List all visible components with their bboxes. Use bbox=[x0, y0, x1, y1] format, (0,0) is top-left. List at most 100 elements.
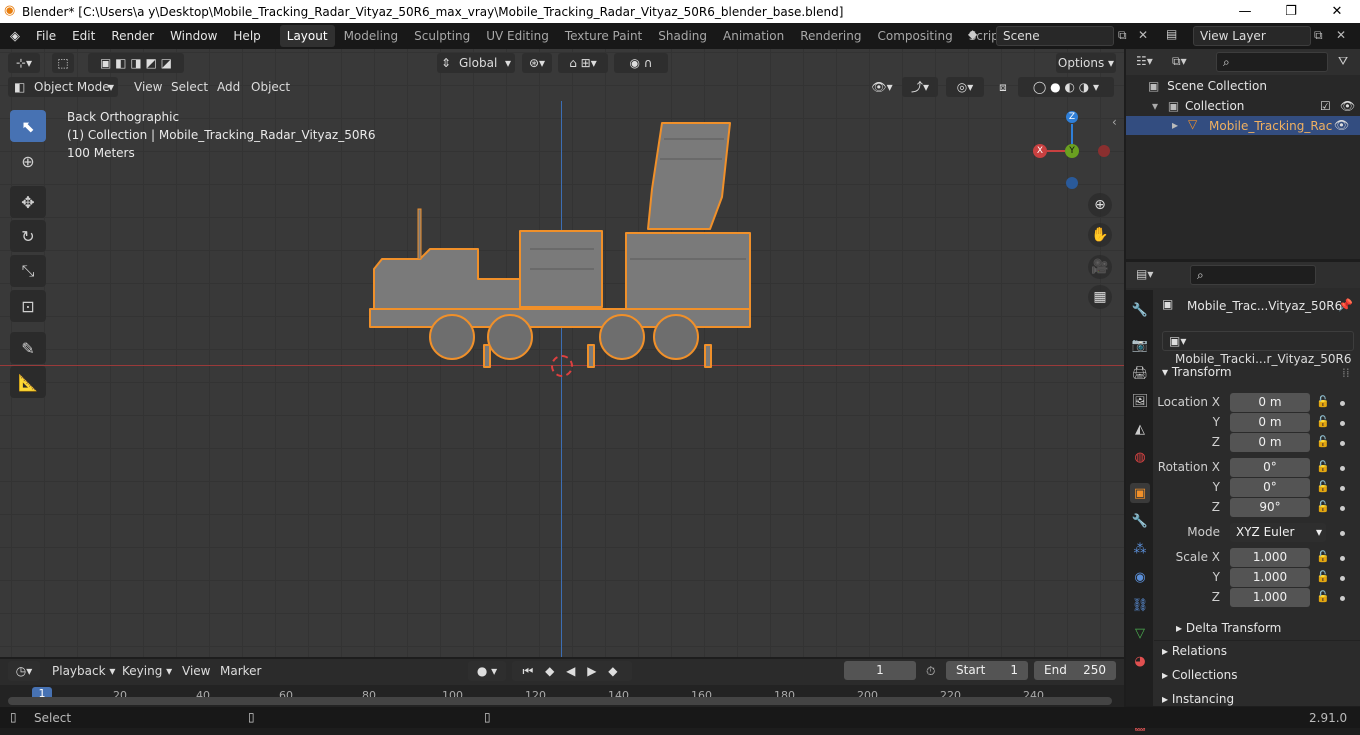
new-view-layer-icon[interactable]: ⧉ bbox=[1314, 28, 1323, 43]
new-scene-icon[interactable]: ⧉ bbox=[1118, 28, 1127, 43]
gizmo-toggle-icon[interactable]: ⤴▾ bbox=[902, 77, 938, 97]
location-x-field[interactable]: 0 m bbox=[1230, 393, 1310, 412]
timeline-menu-marker[interactable]: Marker bbox=[214, 661, 267, 681]
close-button[interactable]: ✕ bbox=[1314, 0, 1360, 23]
gizmo-z-axis[interactable]: Z bbox=[1066, 111, 1078, 123]
keyframe-dot-icon[interactable] bbox=[1340, 506, 1345, 511]
properties-editor-icon[interactable]: ▤▾ bbox=[1136, 267, 1153, 281]
xray-icon[interactable]: ⧈ bbox=[994, 77, 1012, 97]
playback-controls[interactable]: ⏮ ◆ ◀ ▶ ◆ ⏭ bbox=[512, 661, 632, 698]
menu-edit[interactable]: Edit bbox=[64, 23, 103, 49]
lock-icon[interactable]: 🔓 bbox=[1316, 460, 1330, 473]
gizmo-y-axis[interactable]: Y bbox=[1065, 144, 1079, 158]
object-mode-dropdown[interactable]: ◧ Object Mode ▾ bbox=[8, 77, 118, 97]
tab-uv-editing[interactable]: UV Editing bbox=[479, 25, 556, 47]
3d-viewport[interactable]: ⊹▾ ⬚ ▣ ◧ ◨ ◩ ◪ ⇕ Global ▾ ⊛▾ ⌂ ⊞▾ ◉ ∩ Op… bbox=[0, 49, 1124, 657]
render-tab-icon[interactable]: 📷 bbox=[1130, 335, 1150, 355]
move-tool-icon[interactable]: ✥ bbox=[10, 186, 46, 218]
timeline[interactable]: ◷▾ Playback ▾ Keying ▾ View Marker ● ▾ ⏮… bbox=[0, 659, 1124, 707]
timeline-menu-playback[interactable]: Playback ▾ bbox=[46, 661, 121, 681]
view-layer-field[interactable]: View Layer bbox=[1193, 26, 1311, 46]
eye-icon[interactable]: 👁 bbox=[1340, 99, 1355, 113]
outliner-search-input[interactable]: ⌕ bbox=[1216, 52, 1328, 72]
clock-icon[interactable]: ⏱ bbox=[926, 664, 935, 679]
cursor-tool-icon[interactable]: ⊕ bbox=[10, 145, 46, 177]
delete-view-layer-icon[interactable]: ✕ bbox=[1336, 28, 1346, 42]
expand-chevron-icon[interactable]: ▸ bbox=[1172, 118, 1178, 132]
snap-icon[interactable]: ⌂ ⊞▾ bbox=[558, 53, 608, 73]
rotation-x-field[interactable]: 0° bbox=[1230, 458, 1310, 477]
timeline-menu-view[interactable]: View bbox=[176, 661, 216, 681]
keyframe-dot-icon[interactable] bbox=[1340, 466, 1345, 471]
rotation-y-field[interactable]: 0° bbox=[1230, 478, 1310, 497]
timeline-editor-icon[interactable]: ◷▾ bbox=[8, 661, 40, 681]
rotation-z-field[interactable]: 90° bbox=[1230, 498, 1310, 517]
data-tab-icon[interactable]: ▽ bbox=[1130, 623, 1150, 643]
radar-vehicle-model[interactable] bbox=[360, 109, 770, 379]
tool-tab-icon[interactable]: 🔧 bbox=[1130, 300, 1150, 320]
scale-x-field[interactable]: 1.000 bbox=[1230, 548, 1310, 567]
tab-compositing[interactable]: Compositing bbox=[870, 25, 959, 47]
select-box-icon[interactable]: ⬚ bbox=[52, 53, 74, 73]
editor-type-icon[interactable]: ⊹▾ bbox=[8, 53, 40, 73]
view-layer-tab-icon[interactable]: 🖼 bbox=[1130, 391, 1150, 411]
filter-icon[interactable]: ⛛ bbox=[1338, 54, 1348, 69]
constraints-tab-icon[interactable]: ⛓ bbox=[1130, 595, 1150, 615]
keyframe-dot-icon[interactable] bbox=[1340, 556, 1345, 561]
end-frame-field[interactable]: End 250 bbox=[1034, 661, 1116, 680]
object-data-field[interactable]: ▣▾ Mobile_Tracki...r_Vityaz_50R6 bbox=[1162, 331, 1354, 366]
tab-sculpting[interactable]: Sculpting bbox=[407, 25, 477, 47]
menu-render[interactable]: Render bbox=[103, 23, 162, 49]
auto-keying-icon[interactable]: ● ▾ bbox=[468, 661, 506, 681]
lock-icon[interactable]: 🔓 bbox=[1316, 480, 1330, 493]
view-layer-icon[interactable]: ▤ bbox=[1166, 27, 1177, 41]
pin-icon[interactable]: 📌 bbox=[1338, 298, 1353, 312]
gizmo-neg-z[interactable] bbox=[1066, 177, 1078, 189]
lock-icon[interactable]: 🔓 bbox=[1316, 395, 1330, 408]
modifier-tab-icon[interactable]: 🔧 bbox=[1130, 511, 1150, 531]
scale-y-field[interactable]: 1.000 bbox=[1230, 568, 1310, 587]
keyframe-dot-icon[interactable] bbox=[1340, 486, 1345, 491]
visibility-icon[interactable]: 👁▾ bbox=[868, 77, 896, 97]
timeline-menu-keying[interactable]: Keying ▾ bbox=[116, 661, 178, 681]
zoom-icon[interactable]: ⊕ bbox=[1088, 193, 1112, 217]
tab-layout[interactable]: Layout bbox=[279, 25, 335, 47]
lock-icon[interactable]: 🔓 bbox=[1316, 500, 1330, 513]
scene-icon[interactable]: ◆ bbox=[968, 27, 977, 41]
viewport-menu-object[interactable]: Object bbox=[245, 77, 296, 97]
exclude-checkbox-icon[interactable]: ☑ bbox=[1320, 99, 1331, 113]
delta-transform-panel[interactable]: ▸ Delta Transform bbox=[1176, 621, 1281, 635]
menu-file[interactable]: File bbox=[28, 23, 64, 49]
viewport-menu-select[interactable]: Select bbox=[165, 77, 214, 97]
scene-collection-label[interactable]: Scene Collection bbox=[1167, 79, 1267, 93]
tab-animation[interactable]: Animation bbox=[716, 25, 791, 47]
transform-panel-header[interactable]: ▾ Transform bbox=[1162, 365, 1232, 379]
scene-tab-icon[interactable]: ◭ bbox=[1130, 419, 1150, 439]
keyframe-dot-icon[interactable] bbox=[1340, 531, 1345, 536]
keyframe-dot-icon[interactable] bbox=[1340, 596, 1345, 601]
pivot-point-icon[interactable]: ⊛▾ bbox=[522, 53, 552, 73]
physics-tab-icon[interactable]: ◉ bbox=[1130, 567, 1150, 587]
tab-shading[interactable]: Shading bbox=[651, 25, 714, 47]
proportional-edit-icon[interactable]: ◉ ∩ bbox=[614, 53, 668, 73]
lock-icon[interactable]: 🔓 bbox=[1316, 435, 1330, 448]
world-tab-icon[interactable]: ◍ bbox=[1130, 447, 1150, 467]
relations-panel[interactable]: ▸ Relations bbox=[1162, 644, 1227, 658]
drag-handle-icon[interactable]: ⁞⁞ bbox=[1342, 366, 1350, 380]
options-dropdown[interactable]: Options ▾ bbox=[1056, 53, 1116, 73]
particles-tab-icon[interactable]: ⁂ bbox=[1130, 539, 1150, 559]
expand-chevron-icon[interactable]: ▾ bbox=[1152, 99, 1158, 113]
keyframe-dot-icon[interactable] bbox=[1340, 421, 1345, 426]
measure-tool-icon[interactable]: 📐 bbox=[10, 366, 46, 398]
keyframe-dot-icon[interactable] bbox=[1340, 441, 1345, 446]
selection-mode-icons[interactable]: ▣ ◧ ◨ ◩ ◪ bbox=[88, 53, 184, 73]
lock-icon[interactable]: 🔓 bbox=[1316, 550, 1330, 563]
object-tab-icon[interactable]: ▣ bbox=[1130, 483, 1150, 503]
tab-modeling[interactable]: Modeling bbox=[337, 25, 406, 47]
menu-help[interactable]: Help bbox=[225, 23, 268, 49]
eye-icon[interactable]: 👁 bbox=[1334, 118, 1349, 132]
object-name[interactable]: Mobile_Trac...Vityaz_50R6 bbox=[1187, 299, 1342, 313]
collection-row[interactable]: ▾ ▣ Collection ☑ 👁 bbox=[1152, 99, 1360, 113]
material-tab-icon[interactable]: ◕ bbox=[1130, 651, 1150, 671]
current-frame-field[interactable]: 1 bbox=[844, 661, 916, 680]
